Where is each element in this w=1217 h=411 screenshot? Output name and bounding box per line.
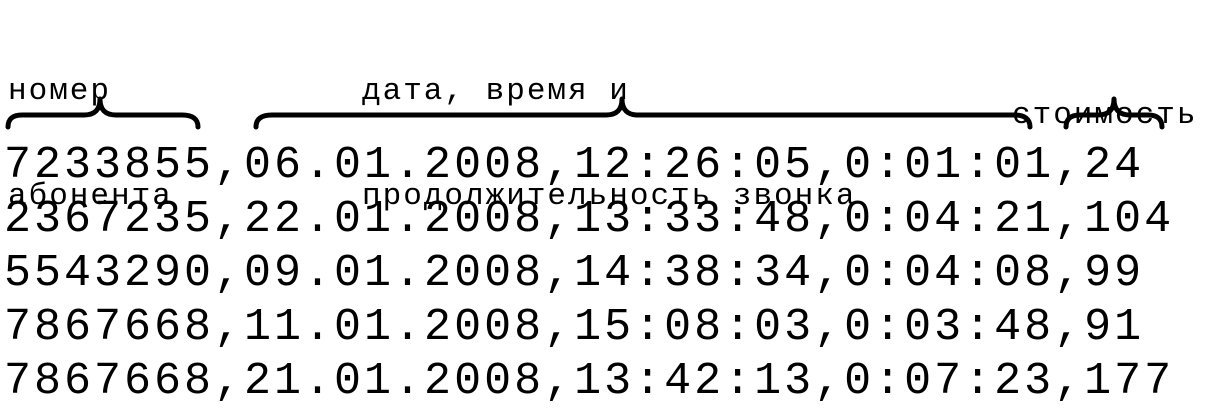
call-record: 7867668,11.01.2008,15:08:03,0:03:48,91 (4, 302, 1145, 353)
call-records-list: 7233855,06.01.2008,12:26:05,0:01:01,24 2… (4, 139, 1174, 409)
call-record: 2367235,22.01.2008,13:33:48,0:04:21,104 (4, 194, 1175, 245)
datetime-brace (253, 96, 1033, 130)
call-record: 5543290,09.01.2008,14:38:34,0:04:08,99 (4, 248, 1145, 299)
cost-brace (1063, 96, 1165, 130)
subscriber-brace (5, 96, 201, 130)
call-record: 7233855,06.01.2008,12:26:05,0:01:01,24 (4, 140, 1145, 191)
call-record: 7867668,21.01.2008,13:42:13,0:07:23,177 (4, 356, 1175, 407)
field-braces (5, 96, 1165, 130)
